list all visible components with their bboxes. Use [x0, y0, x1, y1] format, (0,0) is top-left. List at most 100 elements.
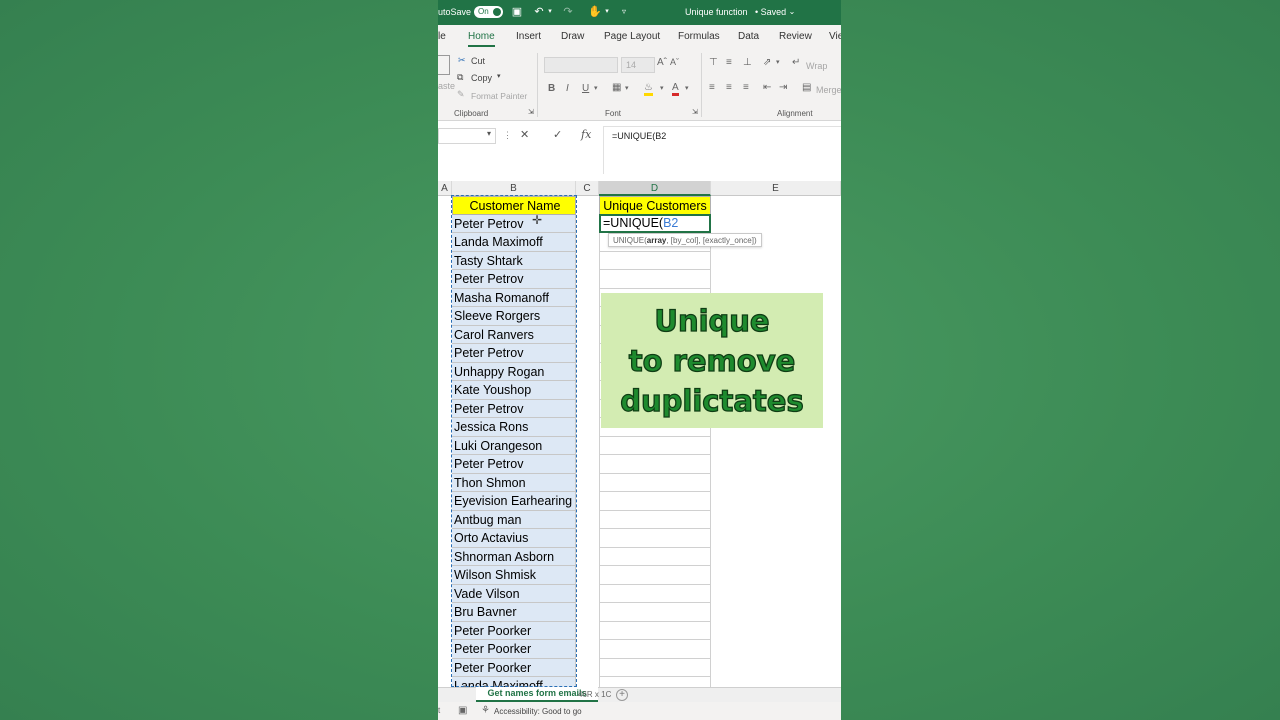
wrap-text-icon[interactable]: ↵	[792, 57, 800, 68]
merge-icon[interactable]: ▤	[802, 82, 811, 93]
unique-result-cell[interactable]	[599, 529, 711, 548]
decrease-font-icon[interactable]: Aˇ	[670, 57, 679, 67]
font-color-dropdown-icon[interactable]: ▾	[685, 84, 689, 92]
align-center-icon[interactable]: ≡	[726, 82, 732, 93]
tab-formulas[interactable]: Formulas	[678, 31, 720, 42]
format-painter-icon[interactable]: ✎	[457, 89, 465, 100]
customer-cell[interactable]: Peter Petrov	[452, 344, 576, 363]
title-chevron-down-icon[interactable]: ⌄	[786, 6, 798, 18]
copy-dropdown-icon[interactable]: ▾	[497, 72, 501, 80]
fill-dropdown-icon[interactable]: ▾	[660, 84, 664, 92]
tab-page-layout[interactable]: Page Layout	[604, 31, 660, 42]
wrap-text-button[interactable]: Wrap	[806, 61, 827, 71]
italic-button[interactable]: I	[566, 83, 569, 94]
bold-button[interactable]: B	[548, 83, 555, 94]
customer-cell[interactable]: Luki Orangeson	[452, 436, 576, 455]
customize-qat-icon[interactable]: ▿	[618, 6, 630, 18]
customer-cell[interactable]: Peter Petrov	[452, 270, 576, 289]
paste-label[interactable]: aste	[438, 81, 455, 91]
unique-result-cell[interactable]	[599, 510, 711, 529]
save-icon[interactable]: ▣	[511, 6, 523, 18]
customer-cell[interactable]: Carol Ranvers	[452, 325, 576, 344]
macro-recording-icon[interactable]: ▣	[458, 705, 467, 716]
customer-cell[interactable]: Peter Petrov	[452, 455, 576, 474]
customer-cell[interactable]: Antbug man	[452, 510, 576, 529]
column-header-b[interactable]: B	[452, 181, 576, 196]
customer-cell[interactable]: Peter Petrov	[452, 399, 576, 418]
column-header-c[interactable]: C	[576, 181, 599, 196]
borders-icon[interactable]: ▦	[612, 82, 621, 93]
customer-cell[interactable]: Unhappy Rogan	[452, 362, 576, 381]
font-color-icon[interactable]: A	[672, 82, 679, 96]
tab-home[interactable]: Home	[468, 31, 495, 47]
unique-result-cell[interactable]	[599, 251, 711, 270]
customer-cell[interactable]: Bru Bavner	[452, 603, 576, 622]
unique-result-cell[interactable]	[599, 547, 711, 566]
increase-font-icon[interactable]: Aˆ	[657, 57, 667, 68]
document-title[interactable]: Unique function	[685, 7, 748, 17]
undo-dropdown-icon[interactable]: ▾	[544, 6, 556, 18]
font-name-select[interactable]	[544, 57, 618, 73]
touch-dropdown-icon[interactable]: ▾	[601, 6, 613, 18]
borders-dropdown-icon[interactable]: ▾	[625, 84, 629, 92]
customer-cell[interactable]: Kate Youshop	[452, 381, 576, 400]
orientation-dropdown-icon[interactable]: ▾	[776, 58, 780, 66]
customer-cell[interactable]: Eyevision Earhearing	[452, 492, 576, 511]
font-size-select[interactable]: 14	[621, 57, 655, 73]
touch-mode-icon[interactable]: ✋	[588, 6, 602, 18]
customer-cell[interactable]: Shnorman Asborn	[452, 547, 576, 566]
formula-input[interactable]: =UNIQUE(B2	[603, 126, 841, 174]
orientation-icon[interactable]: ⇗	[763, 57, 771, 68]
font-launcher-icon[interactable]: ⇲	[692, 108, 698, 116]
customer-cell[interactable]: Masha Romanoff	[452, 288, 576, 307]
unique-result-cell[interactable]	[599, 566, 711, 585]
function-tooltip[interactable]: UNIQUE(array, [by_col], [exactly_once])	[608, 233, 762, 247]
align-middle-icon[interactable]: ≡	[726, 57, 732, 68]
customer-cell[interactable]: Sleeve Rorgers	[452, 307, 576, 326]
insert-function-icon[interactable]: fx	[581, 128, 591, 141]
unique-result-cell[interactable]	[599, 621, 711, 640]
underline-dropdown-icon[interactable]: ▾	[594, 84, 598, 92]
column-header-a[interactable]: A	[438, 181, 452, 196]
tab-review[interactable]: Review	[779, 31, 812, 42]
autosave-toggle[interactable]: On	[474, 6, 503, 18]
unique-result-cell[interactable]	[599, 270, 711, 289]
customer-cell[interactable]: Jessica Rons	[452, 418, 576, 437]
cancel-icon[interactable]: ✕	[520, 128, 529, 141]
accessibility-icon[interactable]: ⚘	[481, 705, 490, 716]
worksheet-grid[interactable]: A B C D E Customer Name Unique Customers…	[438, 181, 841, 696]
customer-cell[interactable]: Peter Petrov	[452, 214, 576, 233]
align-left-icon[interactable]: ≡	[709, 82, 715, 93]
customer-cell[interactable]: Peter Poorker	[452, 621, 576, 640]
customer-cell[interactable]: Wilson Shmisk	[452, 566, 576, 585]
align-right-icon[interactable]: ≡	[743, 82, 749, 93]
saved-status[interactable]: • Saved	[755, 7, 786, 17]
header-cell-unique-customers[interactable]: Unique Customers	[599, 196, 711, 215]
unique-result-cell[interactable]	[599, 640, 711, 659]
customer-cell[interactable]: Tasty Shtark	[452, 251, 576, 270]
merge-button[interactable]: Merge	[816, 85, 841, 95]
tab-draw[interactable]: Draw	[561, 31, 584, 42]
redo-icon[interactable]: ↷	[562, 6, 574, 18]
align-bottom-icon[interactable]: ⊥	[743, 57, 752, 68]
accessibility-status[interactable]: Accessibility: Good to go	[494, 707, 582, 716]
customer-cell[interactable]: Landa Maximoff	[452, 233, 576, 252]
format-painter-button[interactable]: Format Painter	[471, 91, 527, 101]
copy-button[interactable]: Copy	[471, 73, 492, 83]
unique-result-cell[interactable]	[599, 584, 711, 603]
unique-result-cell[interactable]	[599, 492, 711, 511]
decrease-indent-icon[interactable]: ⇤	[763, 82, 771, 93]
unique-result-cell[interactable]	[599, 473, 711, 492]
active-formula-cell[interactable]: =UNIQUE(B2	[599, 214, 711, 233]
unique-result-cell[interactable]	[599, 455, 711, 474]
align-top-icon[interactable]: ⊤	[709, 57, 718, 68]
column-header-d[interactable]: D	[599, 181, 711, 196]
tab-insert[interactable]: Insert	[516, 31, 541, 42]
fill-color-icon[interactable]: ♨	[644, 82, 653, 96]
unique-result-cell[interactable]	[599, 603, 711, 622]
add-sheet-button[interactable]: +	[616, 689, 628, 701]
column-header-e[interactable]: E	[711, 181, 841, 196]
enter-check-icon[interactable]: ✓	[553, 128, 562, 141]
cut-button[interactable]: Cut	[471, 56, 485, 66]
tab-file[interactable]: le	[438, 31, 446, 42]
